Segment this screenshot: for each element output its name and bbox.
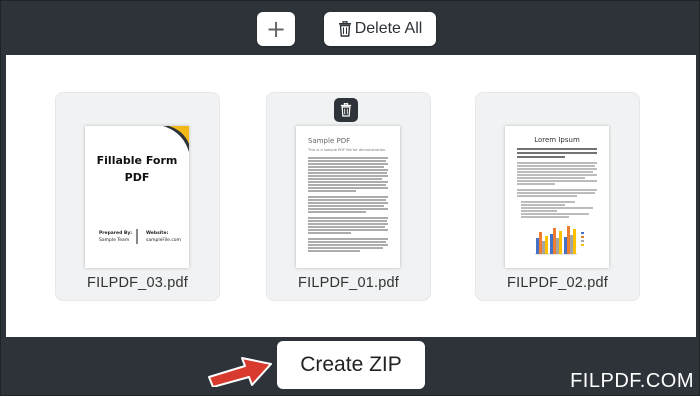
brand-watermark: FILPDF.COM — [570, 370, 694, 392]
trash-icon — [340, 103, 352, 117]
plus-icon: + — [265, 15, 287, 43]
trash-icon — [338, 21, 351, 37]
create-zip-button[interactable]: Create ZIP — [277, 341, 425, 389]
file-name: FILPDF_01.pdf — [298, 275, 399, 291]
file-card-filpdf-01[interactable]: Sample PDF This is a sample PDF file for… — [266, 92, 431, 301]
fillable-form-thumbnail: Fillable Form PDF Prepared By: Sample Te… — [97, 126, 189, 244]
thumb-title: Sample PDF — [308, 137, 350, 145]
thumb-website-value: sampleFile.com — [146, 237, 181, 243]
lorem-ipsum-thumbnail: Lorem Ipsum — [517, 136, 597, 255]
pdf-thumbnail: Fillable Form PDF Prepared By: Sample Te… — [85, 126, 189, 268]
file-name: FILPDF_02.pdf — [507, 275, 608, 291]
top-toolbar: + Delete All — [1, 1, 700, 55]
delete-all-button[interactable]: Delete All — [324, 12, 436, 46]
file-name: FILPDF_03.pdf — [87, 275, 188, 291]
thumb-subtitle: This is a sample PDF file for demonstrat… — [307, 148, 386, 152]
thumb-title-line-1: Fillable Form — [97, 154, 178, 167]
delete-file-button[interactable] — [334, 98, 358, 122]
file-card-filpdf-03[interactable]: Fillable Form PDF Prepared By: Sample Te… — [55, 92, 220, 301]
bottom-bar: Create ZIP FILPDF.COM — [1, 337, 700, 397]
file-grid: Fillable Form PDF Prepared By: Sample Te… — [6, 55, 696, 337]
pdf-thumbnail: Lorem Ipsum — [505, 126, 609, 268]
thumb-prepared-value: Sample Team — [99, 237, 129, 243]
thumb-prepared-label: Prepared By: — [99, 230, 132, 236]
pdf-thumbnail: Sample PDF This is a sample PDF file for… — [296, 126, 400, 268]
app-frame: + Delete All Fillable Form PDF Prepared … — [0, 0, 700, 396]
file-card-filpdf-02[interactable]: Lorem Ipsum FILPDF_02.pdf — [475, 92, 640, 301]
thumb-title: Lorem Ipsum — [534, 136, 580, 144]
sample-pdf-thumbnail: Sample PDF This is a sample PDF file for… — [307, 137, 388, 252]
arrow-pointer-icon — [208, 357, 272, 387]
thumb-title-line-2: PDF — [125, 171, 150, 184]
delete-all-label: Delete All — [354, 20, 423, 37]
add-file-button[interactable]: + — [257, 12, 295, 46]
thumb-website-label: Website: — [146, 230, 169, 236]
